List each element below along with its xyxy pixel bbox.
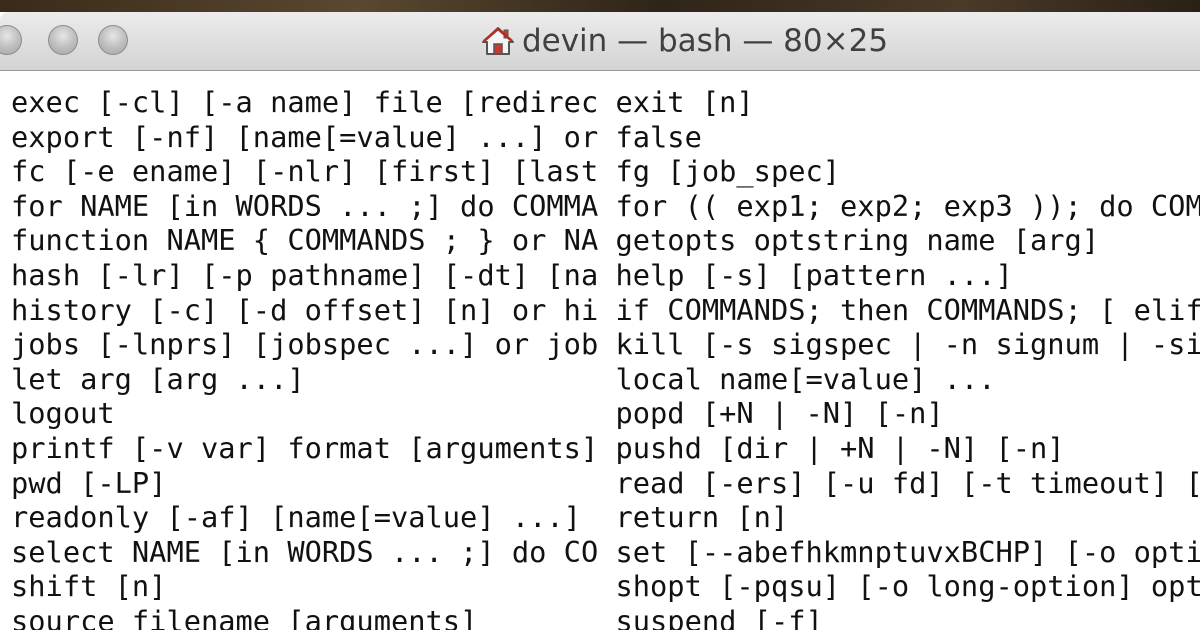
terminal-line: logout popd [+N | -N] [-n] bbox=[11, 396, 944, 431]
terminal-line: function NAME { COMMANDS ; } or NA getop… bbox=[11, 223, 1100, 258]
terminal-line: for NAME [in WORDS ... ;] do COMMA for (… bbox=[11, 188, 1200, 223]
home-icon bbox=[481, 27, 514, 55]
terminal-window: devin — bash — 80×25 exec [-cl] [-a name… bbox=[0, 12, 1200, 630]
terminal-line: export [-nf] [name[=value] ...] or false bbox=[11, 119, 702, 154]
terminal-line: let arg [arg ...] local name[=value] ... bbox=[11, 361, 996, 396]
window-title: devin — bash — 80×25 bbox=[521, 23, 889, 59]
terminal-line: source filename [arguments] suspend [-f] bbox=[11, 604, 823, 630]
terminal-line: history [-c] [-d offset] [n] or hi if CO… bbox=[11, 292, 1200, 327]
terminal-line: select NAME [in WORDS ... ;] do CO set [… bbox=[11, 534, 1200, 569]
window-title-group: devin — bash — 80×25 bbox=[0, 12, 1200, 70]
terminal-line: pwd [-LP] read [-ers] [-u fd] [-t timeou… bbox=[11, 465, 1200, 500]
terminal-line: jobs [-lnprs] [jobspec ...] or job kill … bbox=[11, 327, 1200, 362]
terminal-line: exec [-cl] [-a name] file [redirec exit … bbox=[11, 85, 754, 119]
terminal-output[interactable]: exec [-cl] [-a name] file [redirec exit … bbox=[0, 71, 1200, 630]
terminal-line: readonly [-af] [name[=value] ...] return… bbox=[11, 500, 789, 535]
terminal-line: hash [-lr] [-p pathname] [-dt] [na help … bbox=[11, 258, 1013, 292]
title-bar[interactable]: devin — bash — 80×25 bbox=[0, 12, 1200, 71]
terminal-line: fc [-e ename] [-nlr] [first] [last fg [j… bbox=[11, 154, 841, 189]
terminal-line: printf [-v var] format [arguments] pushd… bbox=[11, 431, 1065, 465]
terminal-line: shift [n] shopt [-pqsu] [-o long-option]… bbox=[11, 569, 1200, 604]
